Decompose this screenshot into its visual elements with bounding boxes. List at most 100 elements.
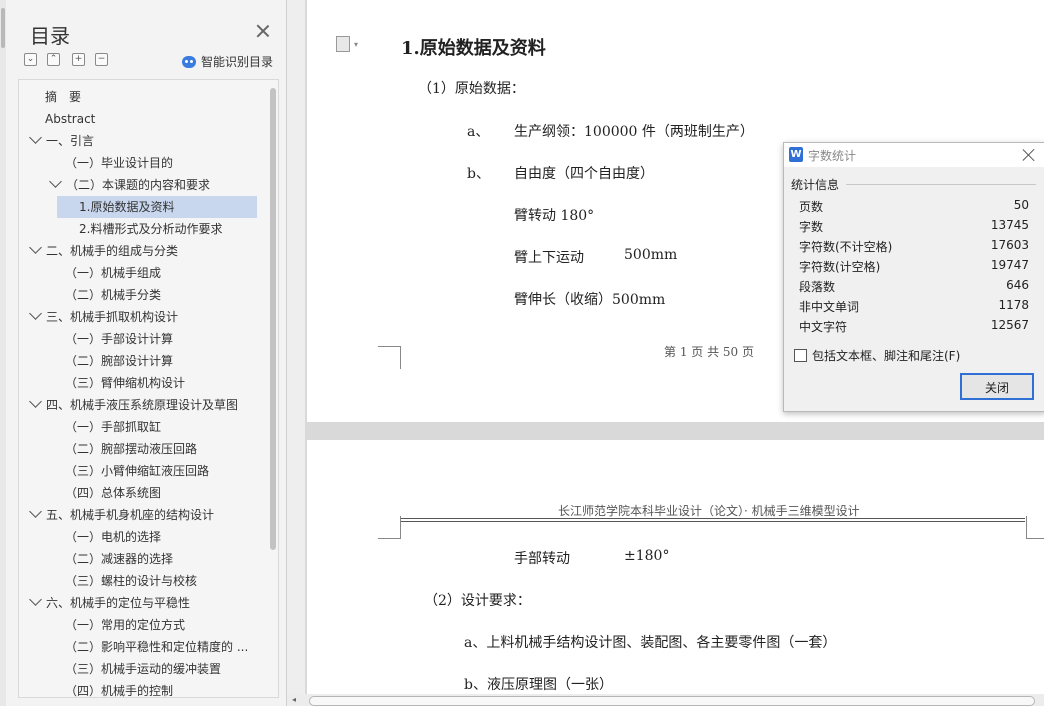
toc-item-label: 2.料槽形式及分析动作要求 [79, 222, 223, 236]
toc-item[interactable]: （三）臂伸缩机构设计 [65, 372, 185, 394]
toc-item[interactable]: （一）手部设计计算 [65, 328, 173, 350]
section-divider [846, 184, 1036, 185]
expand-level-icon[interactable]: ⌃ [47, 53, 60, 66]
crop-mark [378, 346, 400, 369]
toc-item[interactable]: 一、引言 [29, 130, 95, 152]
checkbox-label[interactable]: 包括文本框、脚注和尾注(F) [812, 347, 960, 364]
toc-item[interactable]: 摘 要 [45, 86, 81, 108]
toc-item[interactable]: 六、机械手的定位与平稳性 [29, 592, 190, 614]
stat-label: 段落数 [799, 280, 836, 294]
paragraph-label: （2）设计要求： [424, 593, 531, 609]
toc-item[interactable]: （二）腕部摆动液压回路 [65, 438, 197, 460]
toc-item-label: （二）腕部摆动液压回路 [65, 442, 198, 456]
toc-item[interactable]: 二、机械手的组成与分类 [29, 240, 178, 262]
toc-item-label: 一、引言 [46, 134, 95, 148]
toc-item[interactable]: （二）机械手分类 [65, 284, 161, 306]
toc-item[interactable]: 三、机械手抓取机构设计 [29, 306, 179, 328]
toc-item[interactable]: 2.料槽形式及分析动作要求 [79, 218, 222, 240]
toc-item[interactable]: （二）减速器的选择 [65, 548, 173, 570]
toc-item-label: 1.原始数据及资料 [79, 200, 175, 214]
chevron-down-icon[interactable] [49, 175, 62, 188]
close-button[interactable]: 关闭 [960, 373, 1034, 400]
toc-item[interactable]: （四）机械手的控制 [65, 680, 173, 697]
stat-value: 17603 [990, 238, 1029, 252]
toc-list: 摘 要 Abstract 一、引言 （一）毕业设计目的 （二）本课题的内容和要求 1.原始… [18, 79, 279, 698]
toc-item-label: （二）机械手分类 [65, 288, 162, 302]
toc-item[interactable]: （三）机械手运动的缓冲装置 [65, 658, 221, 680]
chevron-down-icon[interactable] [29, 505, 42, 518]
scroll-left-icon[interactable]: ◂ [292, 695, 296, 704]
toc-item[interactable]: （一）手部抓取缸 [65, 416, 161, 438]
smart-toc-label: 智能识别目录 [201, 55, 274, 69]
toc-item-label: （二）腕部设计计算 [65, 354, 174, 368]
stat-value: 1178 [998, 298, 1029, 312]
crop-mark [1026, 516, 1044, 539]
toc-item-label: （一）机械手组成 [65, 266, 162, 280]
toc-item[interactable]: （三）螺柱的设计与校核 [65, 570, 197, 592]
chevron-down-icon[interactable] [29, 395, 42, 408]
toc-item-label: （一）手部设计计算 [65, 332, 174, 346]
toc-item[interactable]: （二）影响平稳性和定位精度的 ... [65, 636, 248, 658]
remove-icon[interactable]: − [95, 53, 108, 66]
toc-scrollbar[interactable] [270, 88, 276, 550]
scrollbar-thumb[interactable] [309, 696, 1035, 706]
toc-item-label: 四、机械手液压系统原理设计及草图 [46, 398, 239, 412]
smart-toc-button[interactable]: 智能识别目录 [182, 53, 273, 70]
close-icon[interactable] [256, 24, 270, 38]
toc-item[interactable]: （二）腕部设计计算 [65, 350, 173, 372]
toc-panel: 目录 ⌄ ⌃ + − 智能识别目录 摘 要 Abstract 一、引言 （一）毕业设计… [6, 0, 287, 706]
stat-label: 字符数(不计空格) [799, 240, 893, 254]
section-title: 统计信息 [791, 178, 840, 192]
collapse-all-icon[interactable]: ⌄ [24, 53, 37, 66]
stat-value: 13745 [990, 218, 1029, 232]
toc-item-label: （二）减速器的选择 [65, 552, 174, 566]
wps-logo-icon: W [789, 147, 803, 162]
toc-item-label: （一）电机的选择 [65, 530, 162, 544]
include-textbox-checkbox[interactable] [794, 349, 807, 362]
toc-item-label: （一）手部抓取缸 [65, 420, 162, 434]
toc-item-label: 三、机械手抓取机构设计 [46, 310, 179, 324]
word-count-dialog: W 字数统计 统计信息 页数 50 字数 13745 字符数(不计空格) 17603 字符数… [783, 142, 1044, 412]
toc-item-label: （二）本课题的内容和要求 [66, 178, 211, 192]
toc-item[interactable]: （一）常用的定位方式 [65, 614, 185, 636]
list-text: 自由度（四个自由度） [514, 166, 654, 182]
crop-mark [378, 516, 401, 539]
toc-item-label: 摘 要 [45, 90, 82, 104]
horizontal-scrollbar[interactable]: ◂ [287, 694, 1044, 706]
edge-scroll-thumb[interactable] [1, 8, 5, 48]
chevron-down-icon[interactable] [29, 307, 42, 320]
toc-item[interactable]: （四）总体系统图 [65, 482, 161, 504]
dialog-titlebar[interactable]: W 字数统计 [784, 143, 1044, 167]
toc-item[interactable]: Abstract [45, 108, 95, 130]
chevron-down-icon[interactable] [29, 241, 42, 254]
toc-item-label: Abstract [45, 112, 96, 126]
chevron-down-icon[interactable] [29, 131, 42, 144]
paragraph-label: （1）原始数据： [418, 81, 525, 97]
page-footer: 第 1 页 共 50 页 [664, 345, 754, 359]
body-text: 臂转动 180° [514, 208, 595, 224]
toc-item-label: （三）机械手运动的缓冲装置 [65, 662, 222, 676]
list-text: a、上料机械手结构设计图、装配图、各主要零件图（一套） [464, 635, 837, 651]
list-text: 生产纲领：100000 件（两班制生产） [514, 124, 754, 140]
close-icon[interactable] [1022, 148, 1036, 162]
toc-item[interactable]: 五、机械手机身机座的结构设计 [29, 504, 214, 526]
stat-value: 50 [1013, 198, 1029, 212]
toc-item[interactable]: （一）机械手组成 [65, 262, 161, 284]
toc-title: 目录 [30, 24, 70, 48]
toc-item[interactable]: 四、机械手液压系统原理设计及草图 [29, 394, 239, 416]
toc-item[interactable]: 1.原始数据及资料 [57, 196, 257, 218]
header-rule [401, 521, 1025, 522]
document-icon[interactable] [336, 36, 350, 52]
list-marker: b、 [467, 166, 490, 182]
toc-item[interactable]: （一）电机的选择 [65, 526, 161, 548]
toc-item[interactable]: （二）本课题的内容和要求 [49, 174, 211, 196]
add-icon[interactable]: + [72, 53, 85, 66]
stat-label: 非中文单词 [799, 300, 860, 314]
toc-item[interactable]: （一）毕业设计目的 [65, 152, 173, 174]
stat-label: 页数 [799, 200, 824, 214]
toc-item-label: （三）臂伸缩机构设计 [65, 376, 186, 390]
chevron-down-icon[interactable] [29, 593, 42, 606]
toc-item[interactable]: （三）小臂伸缩缸液压回路 [65, 460, 209, 482]
stat-label: 字数 [799, 220, 824, 234]
chevron-down-icon[interactable]: ▾ [354, 40, 358, 49]
